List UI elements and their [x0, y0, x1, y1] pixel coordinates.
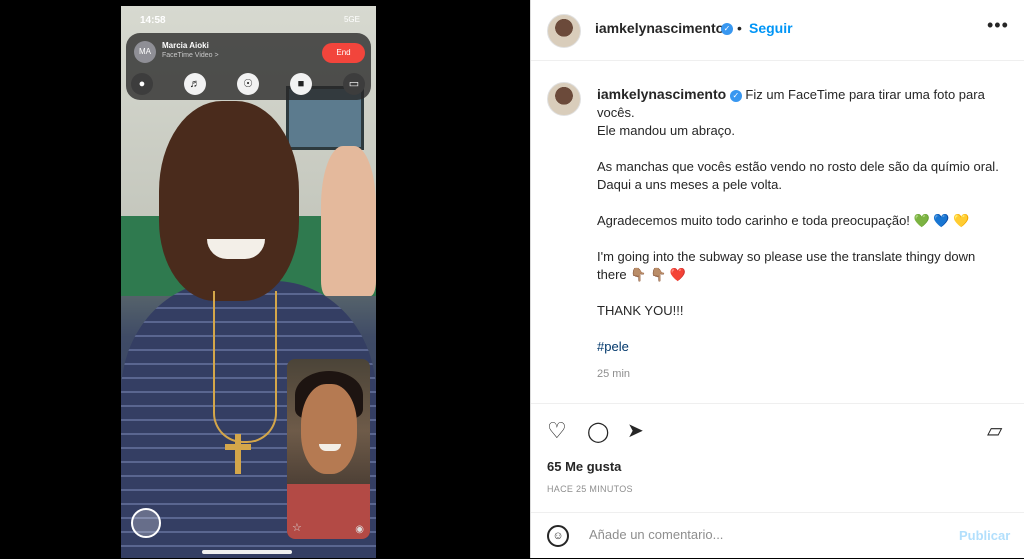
- more-options-icon[interactable]: •••: [987, 15, 1009, 36]
- facetime-panel: MA Marcia Aioki FaceTime Video > End ● ♬…: [126, 33, 371, 100]
- shutter-icon: [131, 508, 161, 538]
- caption-line-2: Ele mandou um abraço.: [597, 123, 736, 138]
- end-call-button: End: [322, 43, 365, 63]
- photo-face: [159, 101, 299, 301]
- caption: iamkelynascimento ✓ Fiz um FaceTime para…: [597, 85, 1007, 356]
- header-username[interactable]: iamkelynascimento: [595, 20, 724, 36]
- caller-avatar: MA: [134, 41, 156, 63]
- phone-time: 14:58: [140, 15, 166, 26]
- follow-button[interactable]: Seguir: [749, 20, 793, 36]
- comment-icon[interactable]: ◯: [587, 419, 609, 444]
- caption-line-3: As manchas que vocês estão vendo no rost…: [597, 159, 999, 192]
- photo-cross-bar: [225, 444, 251, 450]
- caption-line-5: I'm going into the subway so please use …: [597, 249, 976, 282]
- comment-input[interactable]: [587, 526, 931, 543]
- microphone-icon: ☉: [237, 73, 259, 95]
- caller-subtitle: FaceTime Video >: [162, 52, 219, 59]
- share-icon[interactable]: ➤: [627, 418, 644, 443]
- photo-cross: [235, 434, 241, 474]
- hashtag-link[interactable]: #pele: [597, 339, 629, 354]
- likes-count[interactable]: 65 Me gusta: [547, 459, 621, 474]
- photo-background-person: [321, 146, 376, 296]
- phone-network: 5GE: [343, 15, 360, 24]
- post-panel: iamkelynascimento ✓ • Seguir ••• iamkely…: [530, 0, 1024, 558]
- caption-time: 25 min: [597, 368, 631, 380]
- avatar[interactable]: [547, 14, 581, 48]
- caption-line-4: Agradecemos muito todo carinho e toda pr…: [597, 213, 970, 228]
- emoji-icon[interactable]: ☺: [547, 525, 569, 547]
- self-view: ☆ ◉: [287, 359, 370, 539]
- camera-icon: ■: [290, 73, 312, 95]
- post-header: iamkelynascimento ✓ • Seguir •••: [531, 0, 1024, 61]
- flip-camera-icon: ◉: [355, 524, 364, 535]
- screen-share-icon: ▭: [343, 73, 365, 95]
- post-timestamp: HACE 25 MINUTOS: [547, 484, 633, 494]
- caller-name: Marcia Aioki: [162, 41, 209, 50]
- publish-button[interactable]: Publicar: [959, 528, 1010, 543]
- message-icon: ●: [131, 73, 153, 95]
- self-view-face: [301, 384, 357, 474]
- like-heart-icon[interactable]: ♡: [547, 418, 567, 444]
- action-bar: ♡ ◯ ➤ ▱: [531, 403, 1024, 443]
- save-bookmark-icon[interactable]: ▱: [987, 418, 1002, 443]
- caption-line-6: THANK YOU!!!: [597, 303, 684, 318]
- media-area: 14:58 5GE MA Marcia Aioki FaceTime Video…: [0, 0, 530, 558]
- effects-icon: ☆: [292, 522, 302, 534]
- separator-dot: •: [737, 20, 742, 36]
- self-view-smile: [319, 444, 341, 451]
- phone-status-bar: 14:58 5GE: [121, 6, 376, 34]
- caption-avatar[interactable]: [547, 82, 581, 116]
- post-photo[interactable]: 14:58 5GE MA Marcia Aioki FaceTime Video…: [121, 6, 376, 558]
- caption-verified-icon: ✓: [729, 90, 742, 102]
- caption-username[interactable]: iamkelynascimento: [597, 86, 726, 102]
- speaker-icon: ♬: [184, 73, 206, 95]
- home-indicator: [202, 550, 292, 554]
- photo-chain: [213, 291, 277, 443]
- verified-icon: ✓: [721, 23, 733, 35]
- comment-bar: ☺ Publicar: [531, 512, 1024, 559]
